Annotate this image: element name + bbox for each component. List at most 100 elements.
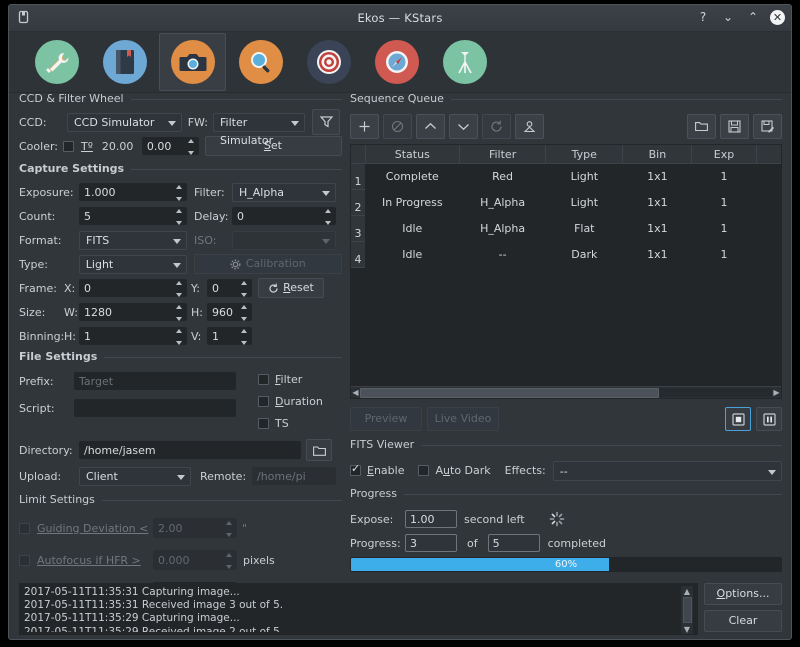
scroll-down-icon[interactable]: ▼ [684, 624, 690, 634]
column-header-exp[interactable]: Exp [692, 145, 757, 164]
browse-directory-button[interactable] [306, 439, 332, 461]
column-header-filter[interactable]: Filter [460, 145, 546, 164]
select-object-button[interactable] [515, 114, 544, 139]
table-row[interactable]: 1 Complete Red Light 1x1 1 [351, 164, 781, 190]
type-select-value: Light [86, 258, 113, 271]
scroll-thumb[interactable] [360, 388, 659, 398]
log-clear-button[interactable]: Clear [704, 610, 782, 632]
size-h-input[interactable]: 960 [207, 303, 252, 321]
fits-enable-checkbox[interactable] [350, 465, 361, 476]
log-options-button[interactable]: Options... [704, 583, 782, 605]
spinner-arrows[interactable] [238, 305, 250, 321]
row-number: 4 [351, 242, 365, 268]
folder-icon [313, 445, 326, 456]
column-header-bin[interactable]: Bin [623, 145, 692, 164]
timestamp-in-name-checkbox[interactable] [258, 418, 269, 429]
ccd-filter-wheel-group-label: CCD & Filter Wheel [19, 92, 124, 107]
log-output[interactable]: 2017-05-11T11:35:31 Capturing image... 2… [19, 583, 698, 635]
format-select[interactable]: FITS [79, 231, 187, 250]
cooler-checkbox[interactable] [63, 141, 74, 152]
toolbar-item-focus[interactable] [227, 33, 294, 91]
ccd-select-value: CCD Simulator [74, 116, 154, 129]
save-sequence-button[interactable] [720, 114, 749, 139]
frame-y-input[interactable]: 0 [207, 279, 252, 297]
temperature-target-input[interactable]: 0.00 [142, 137, 199, 155]
frame-x-input[interactable]: 0 [79, 279, 187, 297]
close-button[interactable]: ✕ [770, 10, 785, 25]
autofocus-hfr-row: Autofocus if HFR > 0.000 pixels [19, 549, 342, 571]
spinner-arrows[interactable] [173, 281, 185, 297]
column-header-status[interactable]: Status [365, 145, 460, 164]
table-row[interactable]: 3 Idle H_Alpha Flat 1x1 1 [351, 216, 781, 242]
bin-h-input[interactable]: 1 [79, 327, 187, 345]
ccd-select[interactable]: CCD Simulator [67, 113, 182, 132]
script-input[interactable] [74, 399, 236, 417]
toolbar-item-align[interactable] [295, 33, 362, 91]
cell-filter: -- [460, 242, 546, 268]
exposure-input[interactable]: 1.000 [79, 183, 187, 201]
size-w-input[interactable]: 1280 [79, 303, 187, 321]
person-icon [523, 120, 536, 133]
table-row[interactable]: 2 In Progress H_Alpha Light 1x1 1 [351, 190, 781, 216]
log-vertical-scrollbar[interactable]: ▲ ▼ [681, 586, 693, 634]
start-sequence-button[interactable] [725, 407, 751, 431]
column-header-extra[interactable] [756, 145, 781, 164]
chevron-down-icon [173, 263, 181, 268]
delay-input[interactable]: 0 [232, 207, 336, 225]
spinner-arrows[interactable] [173, 185, 185, 201]
spinner-arrows[interactable] [238, 329, 250, 345]
toolbar-item-guide[interactable] [363, 33, 430, 91]
pause-sequence-button[interactable] [756, 407, 782, 431]
scroll-thumb[interactable] [683, 597, 692, 623]
minimize-button[interactable]: ⌄ [720, 9, 736, 25]
directory-input[interactable]: /home/jasem [79, 441, 301, 459]
scroll-right-icon[interactable]: ▶ [772, 388, 781, 397]
spinner-arrows[interactable] [173, 305, 185, 321]
toolbar-item-scheduler[interactable] [91, 33, 158, 91]
fw-select[interactable]: Filter Simulator [213, 113, 305, 132]
type-select[interactable]: Light [79, 255, 187, 274]
sequence-table[interactable]: Status Filter Type Bin Exp 1 Complete Re… [350, 144, 782, 399]
spinner-arrows[interactable] [238, 281, 250, 297]
save-as-sequence-button[interactable] [753, 114, 782, 139]
maximize-button[interactable]: ⌃ [745, 9, 761, 25]
fits-viewer-row: Enable Auto Dark Effects: -- [350, 460, 782, 481]
spinner-arrows [223, 553, 235, 569]
effects-select[interactable]: -- [553, 461, 782, 481]
duration-in-name-checkbox[interactable] [258, 396, 269, 407]
toolbar-item-mount[interactable] [431, 33, 498, 91]
open-sequence-button[interactable] [687, 114, 716, 139]
scroll-up-icon[interactable]: ▲ [684, 586, 690, 596]
spinner-arrows[interactable] [185, 139, 197, 155]
add-job-button[interactable] [350, 114, 379, 139]
prefix-input[interactable]: Target [74, 372, 236, 390]
reset-frame-button[interactable]: Reset [258, 278, 324, 298]
toolbar-item-setup[interactable] [23, 33, 90, 91]
busy-spinner-icon [549, 511, 565, 527]
window-title: Ekos — KStars [9, 11, 791, 25]
right-column: Sequence Queue [350, 92, 782, 572]
spinner-arrows[interactable] [173, 329, 185, 345]
spinner-arrows[interactable] [322, 209, 334, 225]
bin-v-input[interactable]: 1 [207, 327, 252, 345]
upload-select[interactable]: Client [79, 467, 191, 486]
count-input[interactable]: 5 [79, 207, 187, 225]
help-button[interactable]: ? [695, 9, 711, 25]
column-header-type[interactable]: Type [546, 145, 623, 164]
move-up-button[interactable] [416, 114, 445, 139]
table-horizontal-scrollbar[interactable]: ◀ ▶ [351, 386, 781, 398]
filter-in-name-checkbox[interactable] [258, 374, 269, 385]
funnel-icon [320, 116, 333, 128]
move-down-button[interactable] [449, 114, 478, 139]
toolbar-item-ccd[interactable] [159, 33, 226, 91]
table-row[interactable]: 4 Idle -- Dark 1x1 1 [351, 242, 781, 268]
filter-settings-button[interactable] [312, 109, 340, 135]
spinner-arrows[interactable] [173, 209, 185, 225]
filter-select[interactable]: H_Alpha [232, 183, 336, 202]
auto-dark-checkbox[interactable] [418, 465, 429, 476]
cell-type: Dark [546, 242, 623, 268]
scroll-left-icon[interactable]: ◀ [351, 388, 360, 397]
refresh-icon [268, 283, 279, 294]
divider [131, 169, 342, 170]
scroll-trough[interactable] [360, 388, 772, 397]
